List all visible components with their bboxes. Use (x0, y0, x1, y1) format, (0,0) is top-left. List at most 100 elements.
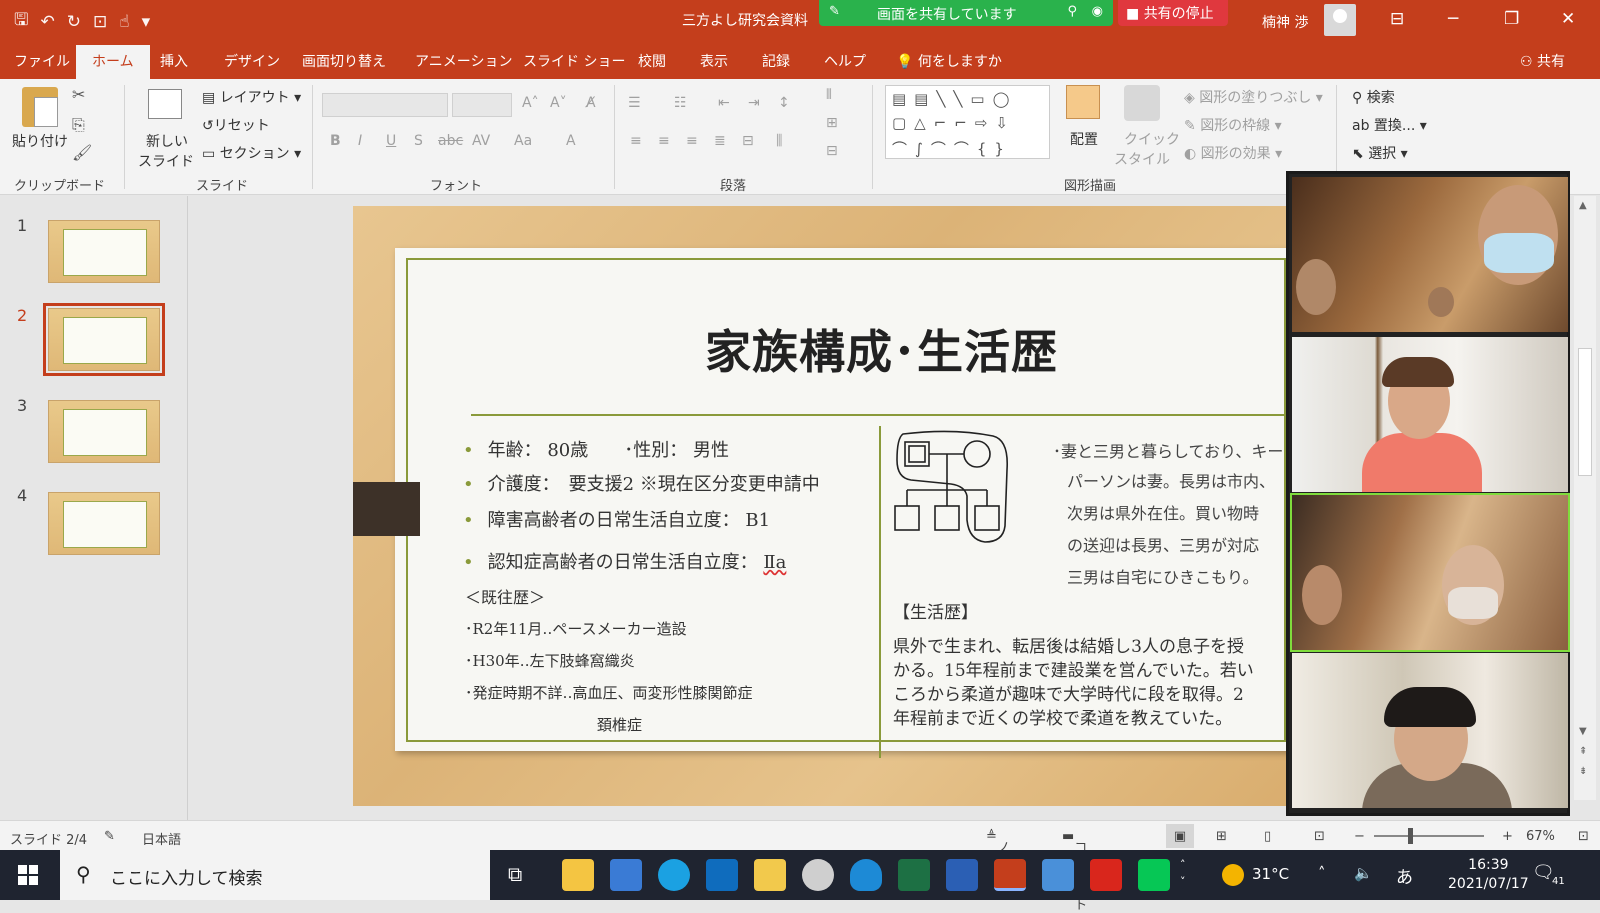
file-explorer-icon[interactable] (754, 859, 786, 891)
layout-button[interactable]: ▤ レイアウト ▾ (202, 87, 301, 107)
align-left-icon[interactable]: ≡ (630, 133, 642, 149)
tab-view[interactable]: 表示 (700, 51, 728, 71)
show-hidden-icons[interactable]: ˄ (1318, 864, 1326, 882)
family-note-4[interactable]: の送迎は長男、三男が対応 (1067, 532, 1259, 556)
spellcheck-icon[interactable]: ✎ (104, 829, 115, 844)
history-item-3[interactable]: ･発症時期不詳‥高血圧、両変形性膝関節症 (465, 682, 753, 703)
next-slide-icon[interactable]: ⇟ (1579, 766, 1587, 777)
decrease-indent-icon[interactable]: ⇤ (718, 95, 730, 111)
font-color-icon[interactable]: A (566, 133, 576, 149)
slideshow-view-icon[interactable]: ⊡ (1314, 829, 1325, 844)
life-history-4[interactable]: 年程前まで近くの学校で柔道を教えていた。 (893, 704, 1232, 729)
outlook-app-icon[interactable] (706, 859, 738, 891)
family-note-5[interactable]: 三男は自宅にひきこもり。 (1067, 564, 1259, 588)
slide-thumbnail-1[interactable] (48, 220, 160, 283)
zoom-slider[interactable] (1374, 835, 1484, 837)
slide-sorter-icon[interactable]: ⊞ (1216, 829, 1227, 844)
section-button[interactable]: ▭ セクション ▾ (202, 143, 301, 163)
align-center-icon[interactable]: ≡ (658, 133, 670, 149)
share-pin-icon[interactable]: ✎ (829, 4, 840, 19)
family-note-3[interactable]: 次男は県外在住。買い物時 (1067, 500, 1259, 524)
weather-sun-icon[interactable] (1222, 864, 1244, 886)
notes-button[interactable]: ≜ ノート (986, 829, 1010, 894)
align-right-icon[interactable]: ≡ (686, 133, 698, 149)
video-tile-4[interactable] (1292, 653, 1568, 808)
customize-qat-icon[interactable]: ▾ (142, 12, 151, 32)
align-text-icon[interactable]: ⊞ (826, 115, 838, 131)
save-icon[interactable]: 🖫 (14, 7, 28, 36)
replace-button[interactable]: ab 置換... ▾ (1352, 115, 1427, 135)
strikethrough-icon[interactable]: abc (438, 133, 463, 149)
history-item-1[interactable]: ･R2年11月‥ペースメーカー造設 (465, 618, 687, 639)
taskbar-overflow-icon[interactable]: ˄ ˅ (1180, 856, 1186, 890)
snipping-tool-icon[interactable] (802, 859, 834, 891)
vertical-scrollbar[interactable]: ▲ ▼ ⇞ ⇟ (1574, 196, 1596, 800)
share-button[interactable]: ⚇ 共有 (1520, 51, 1565, 71)
prev-slide-icon[interactable]: ⇞ (1579, 746, 1587, 757)
italic-icon[interactable]: I (358, 133, 362, 149)
shrink-font-icon[interactable]: A˅ (550, 95, 567, 111)
video-tile-2[interactable] (1292, 337, 1568, 492)
line-app-icon[interactable] (1138, 859, 1170, 891)
touch-mode-icon[interactable]: ☝ (119, 12, 129, 32)
increase-indent-icon[interactable]: ⇥ (748, 95, 760, 111)
history-heading[interactable]: ＜既往歴＞ (465, 584, 545, 608)
tab-design[interactable]: デザイン (224, 51, 280, 71)
find-button[interactable]: ⚲ 検索 (1352, 87, 1395, 107)
copy-icon[interactable]: ⎘ (72, 115, 85, 135)
tab-help[interactable]: ヘルプ (824, 51, 866, 71)
zoom-level[interactable]: 67% (1526, 829, 1555, 844)
redo-icon[interactable]: ↻ (67, 12, 81, 32)
family-genogram[interactable] (893, 430, 1017, 546)
quick-style-label-2[interactable]: スタイル (1114, 149, 1170, 169)
word-app-icon[interactable] (946, 859, 978, 891)
arrange-button[interactable]: 配置 (1070, 129, 1098, 149)
columns-icon[interactable]: ⫼ (776, 133, 782, 149)
bullet-dementia-level[interactable]: 認知症高齢者の日常生活自立度： Ⅱa (463, 548, 787, 574)
tab-insert[interactable]: 挿入 (160, 51, 188, 71)
ime-indicator[interactable]: あ (1396, 863, 1413, 888)
select-button[interactable]: ⬉ 選択 ▾ (1352, 143, 1408, 163)
tab-record[interactable]: 記録 (762, 51, 790, 71)
slide-canvas[interactable]: 家族構成･生活歴 年齢： 80歳 ･性別： 男性 介護度： 要支援2 ※現在区分… (353, 206, 1293, 806)
change-case-icon[interactable]: Aa (514, 133, 532, 149)
avatar[interactable] (1324, 4, 1356, 36)
fit-slide-icon[interactable]: ⊡ (1578, 829, 1589, 844)
bullet-disability-level[interactable]: 障害高齢者の日常生活自立度： B1 (463, 506, 770, 532)
bullets-icon[interactable]: ☰ (628, 95, 641, 111)
paste-button[interactable]: 貼り付け (12, 131, 68, 151)
notepad-app-icon[interactable] (562, 859, 594, 891)
life-history-2[interactable]: かる。15年程前まで建設業を営んでいた。若い (893, 656, 1254, 681)
arrange-icon[interactable] (1066, 85, 1100, 119)
tab-slideshow[interactable]: スライド ショー (523, 51, 625, 71)
scroll-down-icon[interactable]: ▼ (1579, 726, 1587, 737)
taskbar-search-box[interactable]: ⚲ ここに入力して検索 (60, 850, 490, 900)
edge-app-icon[interactable] (658, 859, 690, 891)
video-tile-3-active-speaker[interactable] (1290, 493, 1570, 652)
ribbon-display-icon[interactable]: ⊟ (1390, 9, 1404, 29)
stop-share-button[interactable]: ■ 共有の停止 (1118, 0, 1228, 26)
new-slide-icon[interactable] (148, 89, 182, 119)
scroll-up-icon[interactable]: ▲ (1579, 200, 1587, 211)
life-history-3[interactable]: ころから柔道が趣味で大学時代に段を取得。2 (893, 680, 1244, 705)
system-clock[interactable]: 16:39 2021/07/17 (1448, 856, 1529, 894)
life-history-1[interactable]: 県外で生まれ、転居後は結婚し3人の息子を授 (893, 632, 1244, 657)
reset-button[interactable]: ↺リセット (202, 115, 270, 135)
paste-icon[interactable] (22, 87, 58, 127)
distribute-icon[interactable]: ⊟ (742, 133, 754, 149)
minimize-icon[interactable]: ─ (1448, 9, 1458, 29)
new-slide-label-2[interactable]: スライド (138, 151, 194, 171)
slide-title[interactable]: 家族構成･生活歴 (705, 316, 1058, 382)
scroll-thumb[interactable] (1578, 348, 1592, 476)
smartart-icon[interactable]: ⊟ (826, 143, 838, 159)
shadow-icon[interactable]: S (414, 133, 423, 149)
zoom-slider-knob[interactable] (1408, 828, 1413, 844)
windows-start-icon[interactable] (18, 865, 38, 885)
font-size-select[interactable] (452, 93, 512, 117)
format-painter-icon[interactable]: 🖌 (72, 143, 92, 162)
tab-home[interactable]: ホーム (76, 45, 150, 79)
tab-review[interactable]: 校閲 (638, 51, 666, 71)
tell-me-search[interactable]: 💡 何をしますか (896, 51, 1002, 71)
language-indicator[interactable]: 日本語 (142, 829, 181, 848)
store-app-icon[interactable] (610, 859, 642, 891)
